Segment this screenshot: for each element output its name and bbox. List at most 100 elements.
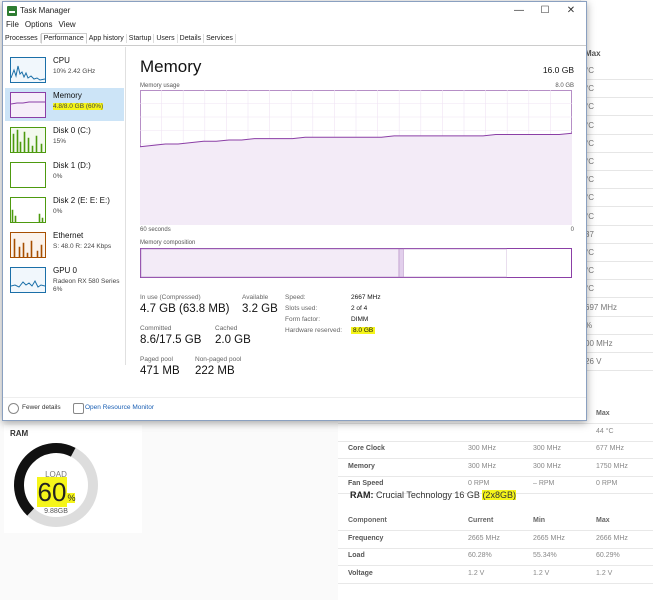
table-row: 44 °C	[338, 423, 653, 442]
table-row: Memory 300 MHz 300 MHz 1750 MHz	[338, 458, 653, 477]
ram-title-config: (2x8GB)	[482, 490, 516, 500]
detail-label: Hardware reserved:	[285, 327, 343, 334]
table-row: Voltage 1.2 V 1.2 V 1.2 V	[338, 565, 653, 584]
table-cell: 2666 MHz	[596, 534, 628, 542]
ram-load-gauge: LOAD 60% 9.88GB	[12, 441, 100, 529]
sidebar-item-value: 0%	[53, 173, 63, 180]
detail-label: Speed:	[285, 294, 306, 301]
table-cell: 55.34%	[533, 552, 557, 559]
sidebar-item-memory[interactable]: Memory 4.8/8.0 GB (60%)	[5, 88, 124, 121]
table-cell: Max	[596, 410, 610, 417]
table-cell: Core Clock	[348, 445, 385, 452]
table-cell: 300 MHz	[533, 445, 562, 452]
memory-composition-label: Memory composition	[140, 240, 196, 246]
sensor-row: °C	[581, 153, 653, 171]
sidebar-item-disk-1[interactable]: Disk 1 (D:) 0%	[5, 158, 124, 191]
sensor-max-column: Max °C °C °C °C °C °C °C °C °C 37 °C °C °C 697 MHz% 00…	[580, 0, 653, 420]
disk0-thumbnail-graph	[10, 127, 46, 153]
table-row: Component Current Min Max	[338, 512, 653, 531]
sidebar-item-ethernet[interactable]: Ethernet S: 48.0 R: 224 Kbps	[5, 228, 124, 261]
stat-value: 3.2 GB	[242, 303, 278, 315]
sensor-row: °C	[581, 171, 653, 190]
task-manager-window: Task Manager — ☐ ✕ File Options View Proce…	[2, 1, 587, 421]
tab-bar: Processes Performance App history Startup Us…	[3, 33, 586, 46]
fewer-details-link[interactable]: Fewer details	[22, 404, 61, 411]
sensor-row: °C	[581, 262, 653, 281]
stat-cached: Cached 2.0 GB	[215, 325, 251, 346]
memory-usage-label: Memory usage	[140, 83, 180, 89]
sidebar-item-disk-2[interactable]: Disk 2 (E: E: E:) 0%	[5, 193, 124, 226]
sensor-row: °C	[581, 244, 653, 262]
sidebar-item-label: CPU	[53, 56, 70, 65]
table-cell: Current	[468, 517, 494, 524]
maximize-button[interactable]: ☐	[532, 2, 558, 20]
table-cell: Min	[533, 517, 546, 524]
stat-value: 2.0 GB	[215, 334, 251, 346]
table-cell: 300 MHz	[468, 462, 497, 470]
stat-label: Available	[242, 294, 269, 301]
menu-options[interactable]: Options	[22, 20, 56, 29]
gauge-used-size: 9.88GB	[44, 508, 68, 515]
sensor-row: °C	[581, 62, 653, 80]
tab-processes[interactable]: Processes	[3, 34, 41, 43]
sensor-row: 26 V	[581, 353, 653, 372]
stat-in-use: In use (Compressed) 4.7 GB (63.8 MB)	[140, 294, 229, 315]
sidebar-item-label: Ethernet	[53, 231, 84, 240]
memory-usage-max: 8.0 GB	[555, 83, 574, 89]
disk1-thumbnail-graph	[10, 162, 46, 188]
chevron-up-icon[interactable]	[8, 403, 19, 414]
sidebar-item-value-secondary: 6%	[53, 286, 63, 293]
tab-app-history[interactable]: App history	[87, 34, 127, 43]
composition-standby	[402, 248, 507, 278]
stat-label: Non-paged pool	[195, 356, 242, 363]
sidebar-item-cpu[interactable]: CPU 10% 2.42 GHz	[5, 53, 124, 86]
table-cell: 0 RPM	[596, 480, 618, 487]
menu-view[interactable]: View	[55, 20, 78, 29]
composition-in-use	[140, 248, 400, 278]
table-cell: 300 MHz	[533, 462, 562, 470]
memory-detail-panel: Memory 16.0 GB Memory usage 8.0 GB 60 se…	[129, 47, 584, 377]
sidebar-item-label: Disk 0 (C:)	[53, 126, 91, 135]
tab-users[interactable]: Users	[154, 34, 178, 43]
sensor-row: %	[581, 317, 653, 335]
table-cell: 0 RPM	[468, 480, 490, 487]
detail-label: Form factor:	[285, 316, 321, 323]
column-header: Max	[585, 49, 601, 58]
page-title: Memory	[140, 57, 202, 76]
stat-value: 471 MB	[140, 365, 180, 377]
ram-section-title: RAM: Crucial Technology 16 GB (2x8GB)	[350, 490, 516, 500]
stat-label: In use (Compressed)	[140, 294, 201, 301]
open-resource-monitor-link[interactable]: Open Resource Monitor	[85, 404, 154, 411]
sidebar-item-disk-0[interactable]: Disk 0 (C:) 15%	[5, 123, 124, 156]
table-cell: 60.28%	[468, 552, 492, 559]
table-cell: Load	[348, 552, 365, 559]
composition-modified	[398, 248, 404, 278]
stat-label: Committed	[140, 325, 172, 332]
close-button[interactable]: ✕	[558, 2, 584, 20]
sidebar-item-gpu-0[interactable]: GPU 0 Radeon RX 580 Series 6%	[5, 263, 124, 301]
tab-startup[interactable]: Startup	[127, 34, 155, 43]
tab-services[interactable]: Services	[204, 34, 236, 43]
table-cell: 677 MHz	[596, 445, 625, 452]
memory-usage-area	[140, 133, 572, 225]
minimize-button[interactable]: —	[506, 2, 532, 20]
detail-label: Slots used:	[285, 305, 318, 312]
sensor-row: °C	[581, 80, 653, 99]
sidebar-item-value: 4.8/8.0 GB (60%)	[53, 103, 104, 110]
sensor-row: 00 MHz	[581, 335, 653, 353]
sidebar-item-value: 10% 2.42 GHz	[53, 68, 96, 75]
tab-performance[interactable]: Performance	[40, 33, 87, 44]
table-row: Frequency 2665 MHz 2665 MHz 2666 MHz	[338, 530, 653, 549]
menu-bar: File Options View	[3, 20, 586, 32]
table-row: Load 60.28% 55.34% 60.29%	[338, 547, 653, 566]
sidebar-item-label: GPU 0	[53, 266, 78, 275]
memory-composition-bar[interactable]	[140, 248, 572, 278]
gauge-percent: 60%	[12, 477, 100, 508]
table-cell: Max	[596, 517, 610, 524]
table-cell: 1750 MHz	[596, 462, 628, 470]
menu-file[interactable]: File	[3, 20, 22, 29]
title-bar[interactable]: Task Manager — ☐ ✕	[3, 2, 586, 20]
table-cell: 1.2 V	[596, 569, 613, 577]
tab-details[interactable]: Details	[178, 34, 205, 43]
table-cell: Memory	[348, 462, 375, 470]
